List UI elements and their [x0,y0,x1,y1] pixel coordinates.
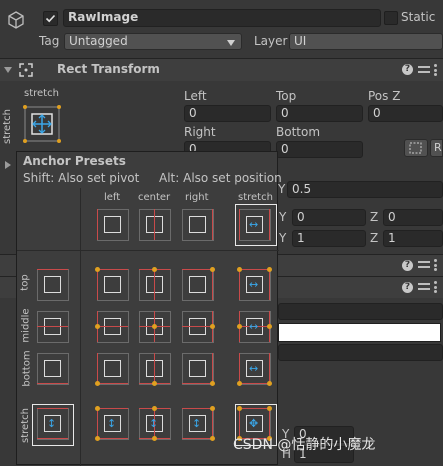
column-label-center: center [138,192,171,203]
preset-middle-stretch[interactable]: ↔ [236,309,273,345]
preset-top-left[interactable] [94,266,131,303]
preset-bottom-left[interactable] [94,351,131,387]
help-icon[interactable]: ? [402,64,413,75]
selected-column-highlight [235,204,277,246]
dropdown-arrow-icon [227,40,235,46]
watermark: CSDN @恬静的小魔龙 [233,437,376,453]
presets-icon[interactable] [418,282,430,292]
context-menu-icon[interactable] [434,259,438,271]
preset-bottom-center[interactable] [137,351,173,387]
preset-row-top[interactable] [35,267,71,303]
stretch-arrows-icon: ↔ [249,278,259,291]
pivot-y-field[interactable]: 0.5 [287,181,443,198]
row-divider [17,250,279,251]
scale-z-field[interactable]: 1 [383,230,443,247]
static-label: Static [401,10,436,24]
context-menu-icon[interactable] [434,281,438,293]
preset-top-stretch[interactable]: ↔ [236,266,273,303]
static-checkbox[interactable] [384,11,398,25]
rect-transform-header[interactable]: Rect Transform ? [0,59,443,81]
top-label: Top [276,89,297,103]
preset-stretch-right[interactable]: ↕ [180,405,216,442]
preset-row-middle[interactable] [35,309,71,345]
foldout-arrow-icon [4,67,12,73]
texture-field[interactable] [278,303,443,320]
gameobject-active-checkbox[interactable] [43,11,58,26]
column-label-stretch: stretch [238,192,273,203]
rotation-z-field[interactable]: 0 [383,209,443,226]
tag-dropdown[interactable]: Untagged [64,33,242,50]
row-label-middle: middle [20,308,32,343]
posz-label: Pos Z [368,89,401,103]
stretch-arrows-icon: ↕ [149,417,159,430]
left-field[interactable]: 0 [184,105,271,122]
anchor-presets-popup: Anchor Presets Shift: Also set pivot Alt… [16,151,282,466]
layer-dropdown[interactable]: UI [289,33,443,50]
hint-pivot: Shift: Also set pivot [23,171,140,185]
preset-column-center[interactable] [137,207,173,243]
scale-z-label: Z [370,231,379,245]
column-label-left: left [104,192,121,203]
presets-icon[interactable] [418,260,430,270]
color-swatch[interactable] [278,323,441,342]
bottom-field[interactable]: 0 [276,141,363,158]
preset-top-right[interactable] [180,266,216,303]
right-label: Right [184,125,216,139]
row-label-top: top [19,274,31,291]
anchor-stretch-side-label: stretch [1,109,13,144]
bottom-label: Bottom [276,125,321,139]
posz-field[interactable]: 0 [368,105,443,122]
selected-row-highlight [32,404,74,446]
stretch-arrows-icon: ↔ [249,320,259,333]
scale-y-label: Y [279,231,287,245]
context-menu-icon[interactable] [434,64,438,76]
raw-edit-button[interactable]: R [430,139,443,157]
layer-label: Layer [254,34,288,48]
rotation-y-label: Y [279,210,287,224]
hint-position: Alt: Also set position [159,171,282,185]
preset-column-left[interactable] [95,207,131,243]
preset-stretch-left[interactable]: ↕ [94,405,131,442]
tag-label: Tag [39,34,60,48]
top-field[interactable]: 0 [276,105,363,122]
row-label-stretch: stretch [19,408,31,443]
tag-dropdown-value: Untagged [69,34,128,48]
column-label-right: right [185,192,209,203]
stretch-arrows-icon: ↕ [192,417,202,430]
help-icon[interactable]: ? [402,260,413,271]
preset-bottom-right[interactable] [180,351,216,387]
header-divider [80,188,81,466]
left-label: Left [184,89,207,103]
gameobject-cube-icon [6,10,26,30]
preset-bottom-stretch[interactable]: ↔ [236,351,273,387]
rotation-z-label: Z [370,210,379,224]
preset-row-bottom[interactable] [35,351,71,387]
row-label-bottom: bottom [21,350,33,387]
stretch-arrows-icon: ↔ [249,362,259,375]
rotation-y-field[interactable]: 0 [292,209,366,226]
raw-edit-label: R [434,141,442,154]
presets-icon[interactable] [418,65,430,75]
anchor-presets-button[interactable] [23,105,63,145]
blueprint-mode-button[interactable] [404,139,428,157]
stretch-arrows-icon: ↕ [107,417,117,430]
layer-dropdown-value: UI [294,34,307,48]
preset-stretch-center[interactable]: ↕ [137,405,173,442]
rect-transform-icon [19,63,33,77]
preset-top-center[interactable] [137,266,173,303]
preset-middle-center[interactable] [137,309,173,345]
scale-y-field[interactable]: 1 [292,230,366,247]
material-field[interactable] [278,344,443,361]
help-icon[interactable]: ? [402,282,413,293]
gameobject-name-field[interactable]: RawImage [63,9,381,27]
preset-column-right[interactable] [180,207,216,243]
anchors-foldout-arrow-icon[interactable] [5,161,11,169]
anchor-stretch-top-label: stretch [24,88,59,99]
rect-transform-title: Rect Transform [57,62,160,76]
anchor-presets-title: Anchor Presets [23,154,126,168]
preset-middle-right[interactable] [180,309,216,345]
preset-middle-left[interactable] [94,309,131,345]
